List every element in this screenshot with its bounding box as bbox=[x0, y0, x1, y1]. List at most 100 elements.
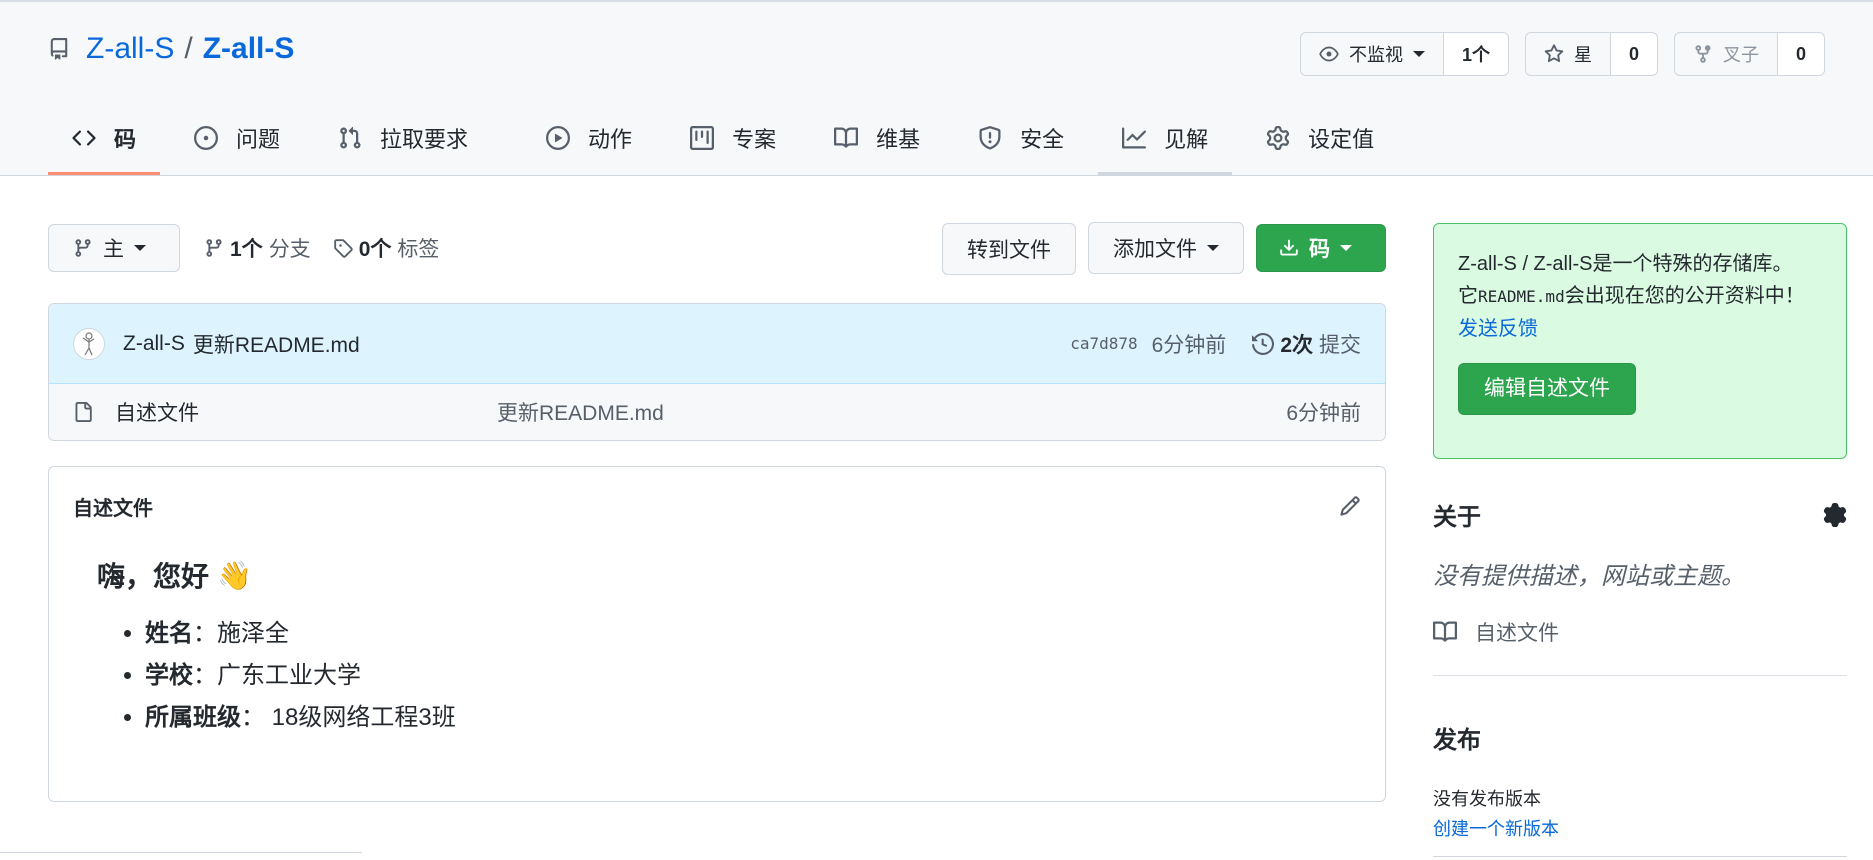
tab-actions[interactable]: 动作 bbox=[522, 103, 656, 175]
tab-label: 动作 bbox=[588, 126, 633, 152]
tab-label: 安全 bbox=[1020, 126, 1065, 152]
code-download-button[interactable]: 码 bbox=[1256, 224, 1386, 272]
repo-separator: / bbox=[184, 32, 193, 65]
repo-owner-link[interactable]: Z-all-S bbox=[86, 32, 174, 66]
branch-icon bbox=[204, 238, 224, 258]
file-name[interactable]: 自述文件 bbox=[115, 397, 497, 427]
repo-header: Z-all-S / Z-all-S 不监视 1个 星 0 叉子 0 码 问题 拉… bbox=[0, 0, 1873, 176]
watch-button[interactable]: 不监视 bbox=[1299, 32, 1444, 76]
tab-settings[interactable]: 设定值 bbox=[1242, 103, 1398, 175]
avatar[interactable] bbox=[73, 327, 105, 360]
gear-icon bbox=[1266, 125, 1290, 150]
issue-icon bbox=[194, 125, 219, 150]
download-icon bbox=[1279, 238, 1299, 258]
create-release-link[interactable]: 创建一个新版本 bbox=[1433, 815, 1847, 841]
readme-link[interactable]: 自述文件 bbox=[1433, 617, 1847, 647]
commit-sha[interactable]: ca7d878 bbox=[1070, 334, 1137, 353]
tags-link[interactable]: 0个 标签 bbox=[333, 233, 440, 263]
readme-box: 自述文件 嗨，您好 👋 姓名：施泽全 学校：广东工业大学 所属班级： 18级网络… bbox=[48, 466, 1386, 802]
gear-icon[interactable] bbox=[1823, 502, 1847, 527]
tab-issues[interactable]: 问题 bbox=[170, 103, 304, 175]
tab-code[interactable]: 码 bbox=[48, 103, 161, 175]
notice-text: 会出现在您的公开资料中！ bbox=[1564, 285, 1805, 307]
file-row: 自述文件 更新README.md 6分钟前 bbox=[49, 384, 1385, 440]
eye-icon bbox=[1319, 44, 1339, 64]
special-repo-notice: Z-all-S / Z-all-S是一个特殊的存储库。 它README.md会出… bbox=[1433, 223, 1847, 459]
tab-wiki[interactable]: 维基 bbox=[810, 103, 944, 175]
commit-message[interactable]: 更新README.md bbox=[193, 329, 360, 359]
repo-tabs: 码 问题 拉取要求 动作 专案 维基 安全 见解 设定值 bbox=[48, 103, 1408, 175]
main-content: 主 1个 分支 0个 标签 转到文件 添加文件 码 Z-all-S 更新READ… bbox=[48, 222, 1386, 802]
pencil-icon[interactable] bbox=[1339, 495, 1361, 517]
tab-insights[interactable]: 见解 bbox=[1098, 103, 1233, 175]
history-icon bbox=[1252, 332, 1275, 355]
commit-time: 6分钟前 bbox=[1151, 333, 1227, 357]
sidebar: Z-all-S / Z-all-S是一个特殊的存储库。 它README.md会出… bbox=[1433, 223, 1847, 841]
pull-request-icon bbox=[338, 126, 362, 150]
repo-name-link[interactable]: Z-all-S bbox=[203, 32, 295, 66]
commit-label: 提交 bbox=[1319, 333, 1361, 357]
list-item: 所属班级： 18级网络工程3班 bbox=[145, 697, 1385, 739]
tab-security[interactable]: 安全 bbox=[954, 103, 1088, 175]
file-commit-message[interactable]: 更新README.md bbox=[497, 397, 664, 427]
branch-select[interactable]: 主 bbox=[48, 224, 180, 272]
feedback-link[interactable]: 发送反馈 bbox=[1458, 318, 1538, 340]
item-value: ： 18级网络工程3班 bbox=[241, 704, 456, 731]
list-item: 学校：广东工业大学 bbox=[145, 655, 1385, 697]
notice-text: 它 bbox=[1458, 285, 1478, 307]
fork-label: 叉子 bbox=[1722, 45, 1759, 65]
graph-icon bbox=[1122, 126, 1147, 150]
edit-readme-button[interactable]: 编辑自述文件 bbox=[1458, 363, 1636, 415]
fork-count[interactable]: 0 bbox=[1777, 32, 1825, 76]
star-group: 星 0 bbox=[1524, 32, 1658, 76]
list-item: 姓名：施泽全 bbox=[145, 613, 1385, 655]
chevron-down-icon bbox=[134, 245, 146, 251]
chevron-down-icon bbox=[1340, 245, 1352, 251]
file-navigation: 主 1个 分支 0个 标签 转到文件 添加文件 码 bbox=[48, 222, 1386, 275]
fork-button[interactable]: 叉子 bbox=[1673, 32, 1778, 76]
chevron-down-icon bbox=[1412, 51, 1425, 57]
star-button[interactable]: 星 bbox=[1524, 32, 1611, 76]
tags-count: 0个 bbox=[358, 238, 392, 261]
code-label: 码 bbox=[1309, 238, 1330, 261]
tags-label: 标签 bbox=[397, 238, 440, 261]
item-key: 姓名 bbox=[145, 620, 193, 647]
about-title: 关于 bbox=[1433, 504, 1481, 531]
branches-label: 分支 bbox=[268, 238, 311, 261]
divider bbox=[1433, 675, 1847, 676]
file-time: 6分钟前 bbox=[1286, 402, 1361, 425]
repo-title: Z-all-S / Z-all-S bbox=[48, 32, 294, 66]
branches-link[interactable]: 1个 分支 bbox=[204, 233, 311, 263]
about-description: 没有提供描述，网站或主题。 bbox=[1433, 563, 1745, 590]
goto-file-button[interactable]: 转到文件 bbox=[942, 223, 1076, 275]
star-label: 星 bbox=[1573, 45, 1592, 65]
notice-line-2: 它README.md会出现在您的公开资料中！ bbox=[1458, 280, 1822, 313]
tab-projects[interactable]: 专案 bbox=[666, 103, 800, 175]
tab-label: 设定值 bbox=[1308, 126, 1375, 152]
code-icon bbox=[72, 126, 96, 150]
chevron-down-icon bbox=[1207, 245, 1219, 251]
tab-pull-requests[interactable]: 拉取要求 bbox=[314, 103, 492, 175]
tab-label: 问题 bbox=[236, 126, 281, 152]
tab-label: 维基 bbox=[876, 126, 921, 152]
star-icon bbox=[1544, 44, 1564, 64]
tag-icon bbox=[333, 238, 353, 258]
commit-history-link[interactable]: 2次 提交 bbox=[1252, 329, 1361, 359]
tab-label: 专案 bbox=[732, 126, 777, 152]
about-header: 关于 bbox=[1433, 497, 1847, 532]
repo-icon bbox=[48, 38, 70, 60]
watch-group: 不监视 1个 bbox=[1299, 32, 1509, 76]
item-value: ：施泽全 bbox=[193, 620, 289, 647]
watch-count[interactable]: 1个 bbox=[1443, 32, 1509, 76]
readme-heading: 嗨，您好 👋 bbox=[97, 555, 1385, 595]
readme-header: 自述文件 bbox=[49, 467, 1385, 545]
fork-icon bbox=[1693, 44, 1713, 64]
add-file-button[interactable]: 添加文件 bbox=[1088, 222, 1244, 274]
repo-actions: 不监视 1个 星 0 叉子 0 bbox=[1299, 32, 1825, 76]
file-icon bbox=[73, 401, 93, 423]
readme-heading-text: 嗨，您好 bbox=[97, 561, 210, 592]
item-key: 学校 bbox=[145, 662, 193, 689]
commit-author[interactable]: Z-all-S bbox=[123, 332, 185, 356]
fork-group: 叉子 0 bbox=[1673, 32, 1825, 76]
star-count[interactable]: 0 bbox=[1610, 32, 1658, 76]
